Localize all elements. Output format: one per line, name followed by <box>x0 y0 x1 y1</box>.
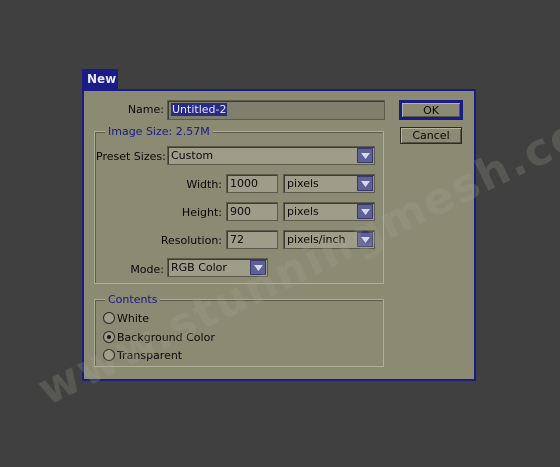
radio-background-color-label[interactable]: Background Color <box>117 331 215 344</box>
mode-label: Mode: <box>130 263 164 276</box>
preset-sizes-select[interactable]: Custom <box>167 146 375 165</box>
mode-select[interactable]: RGB Color <box>167 258 268 277</box>
preset-sizes-label: Preset Sizes: <box>96 150 166 163</box>
ok-button[interactable]: OK <box>399 100 463 120</box>
radio-selected-icon <box>107 335 111 339</box>
mode-value: RGB Color <box>171 261 227 274</box>
dialog-title: New <box>82 69 118 90</box>
image-size-legend: Image Size: 2.57M <box>105 125 213 138</box>
name-input[interactable]: Untitled-2 <box>167 100 385 120</box>
resolution-label: Resolution: <box>160 234 222 247</box>
height-unit-value: pixels <box>287 205 319 218</box>
chevron-down-icon[interactable] <box>250 260 266 275</box>
radio-transparent[interactable] <box>103 349 115 361</box>
radio-transparent-label[interactable]: Transparent <box>117 349 182 362</box>
height-input[interactable]: 900 <box>226 202 278 221</box>
resolution-input[interactable]: 72 <box>226 230 278 249</box>
resolution-unit-value: pixels/inch <box>287 233 346 246</box>
chevron-down-icon[interactable] <box>357 148 373 163</box>
name-label: Name: <box>127 103 164 116</box>
resolution-unit-select[interactable]: pixels/inch <box>283 230 375 249</box>
width-input[interactable]: 1000 <box>226 174 278 193</box>
cancel-button[interactable]: Cancel <box>400 127 462 144</box>
radio-background-color[interactable] <box>103 331 115 343</box>
chevron-down-icon[interactable] <box>357 204 373 219</box>
contents-legend: Contents <box>105 293 161 306</box>
height-label: Height: <box>181 206 222 219</box>
radio-white[interactable] <box>103 312 115 324</box>
name-input-value: Untitled-2 <box>171 103 228 116</box>
width-unit-select[interactable]: pixels <box>283 174 375 193</box>
preset-sizes-value: Custom <box>171 149 214 162</box>
chevron-down-icon[interactable] <box>357 176 373 191</box>
radio-white-label[interactable]: White <box>117 312 149 325</box>
width-unit-value: pixels <box>287 177 319 190</box>
width-label: Width: <box>186 178 222 191</box>
chevron-down-icon[interactable] <box>357 232 373 247</box>
height-unit-select[interactable]: pixels <box>283 202 375 221</box>
